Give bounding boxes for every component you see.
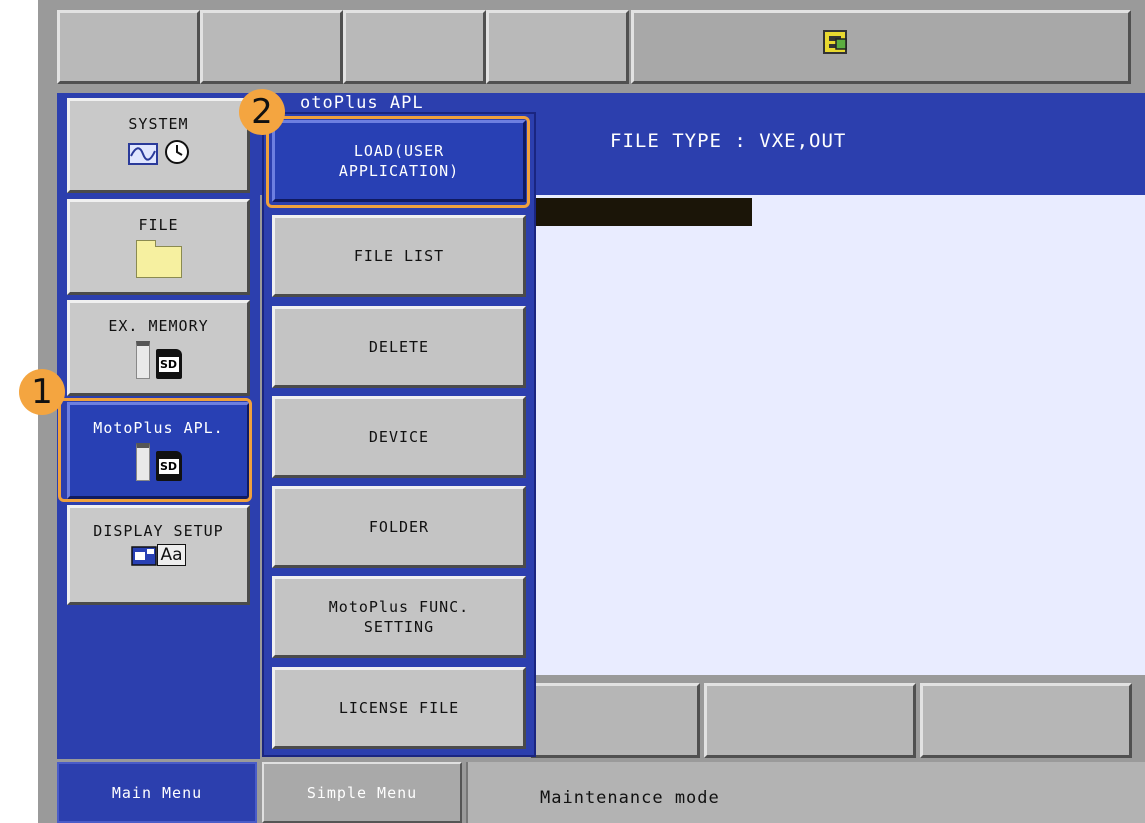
menu-display-setup-button[interactable]: DISPLAY SETUP Aa <box>67 505 250 605</box>
softkey-3[interactable] <box>920 683 1132 758</box>
status-cell-3 <box>343 10 486 84</box>
window-title: otoPlus APL <box>300 93 424 113</box>
status-cell-2 <box>200 10 343 84</box>
softkey-2[interactable] <box>704 683 916 758</box>
softkey-1[interactable] <box>530 683 700 758</box>
waveform-icon <box>127 143 158 165</box>
font-icon: Aa <box>157 544 186 566</box>
status-cell-4 <box>486 10 629 84</box>
simple-menu-tab[interactable]: Simple Menu <box>262 762 462 823</box>
sd-card-icon: SD <box>155 349 182 379</box>
status-cell-1 <box>57 10 200 84</box>
menu-display-setup-label: DISPLAY SETUP <box>93 522 224 540</box>
callout-badge-2: 2 <box>239 89 285 135</box>
usb-icon <box>135 341 150 379</box>
file-list-area[interactable] <box>530 195 1145 675</box>
window-icon <box>131 546 158 566</box>
main-menu-tab[interactable]: Main Menu <box>57 762 257 823</box>
submenu-delete-button[interactable]: DELETE <box>272 306 526 388</box>
submenu-file-list-button[interactable]: FILE LIST <box>272 215 526 297</box>
submenu-device-button[interactable]: DEVICE <box>272 396 526 478</box>
sd-card-label: SD <box>158 357 179 372</box>
submenu-folder-button[interactable]: FOLDER <box>272 486 526 568</box>
menu-ex-memory-button[interactable]: EX. MEMORY SD <box>67 300 250 396</box>
menu-file-button[interactable]: FILE <box>67 199 250 295</box>
callout-highlight-1 <box>58 398 252 502</box>
security-key-icon <box>823 30 847 54</box>
menu-file-label: FILE <box>138 216 179 234</box>
submenu-license-file-button[interactable]: LICENSE FILE <box>272 667 526 749</box>
callout-highlight-2 <box>266 116 530 208</box>
menu-system-button[interactable]: SYSTEM <box>67 98 250 193</box>
folder-icon <box>135 240 182 278</box>
clock-icon <box>164 140 189 164</box>
status-cell-security <box>631 10 1131 84</box>
submenu-motoplus-func-setting-button[interactable]: MotoPlus FUNC. SETTING <box>272 576 526 658</box>
file-type-label: FILE TYPE : VXE,OUT <box>610 130 847 152</box>
status-message: Maintenance mode <box>540 788 720 808</box>
cursor-bar <box>530 198 752 226</box>
menu-ex-memory-label: EX. MEMORY <box>108 317 209 335</box>
callout-badge-1: 1 <box>19 369 65 415</box>
menu-system-label: SYSTEM <box>128 115 189 133</box>
